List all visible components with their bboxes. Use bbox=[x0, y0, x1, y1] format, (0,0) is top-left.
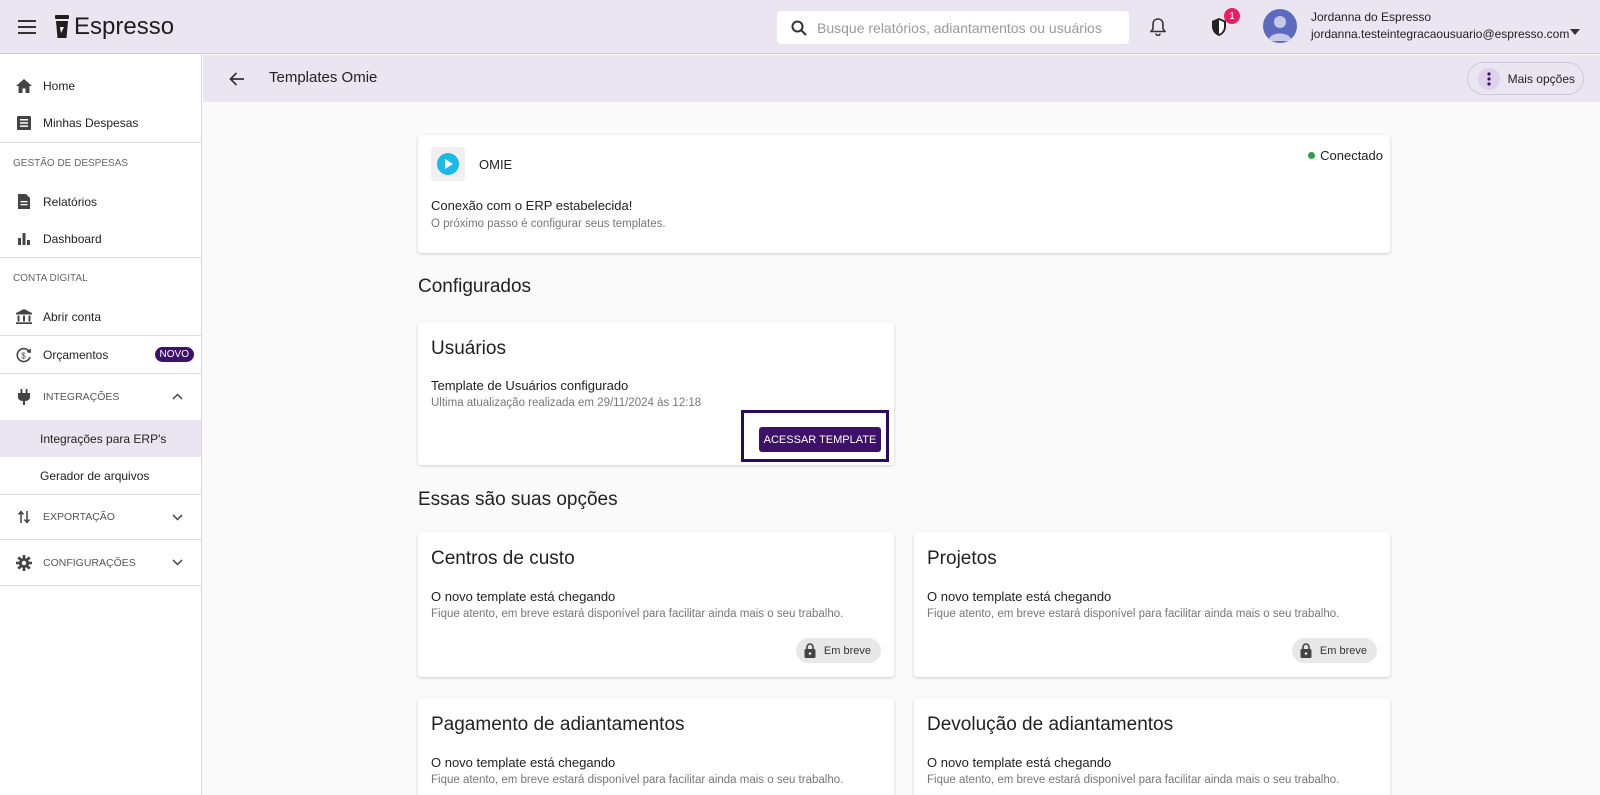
bank-icon bbox=[15, 308, 33, 326]
sidebar-group-integracoes[interactable]: INTEGRAÇÕES bbox=[0, 374, 201, 420]
template-card-line2: Fique atento, em breve estará disponível… bbox=[431, 774, 844, 786]
sidebar-group-configuracoes[interactable]: CONFIGURAÇÕES bbox=[0, 540, 201, 585]
back-arrow-icon[interactable] bbox=[225, 67, 249, 91]
sidebar-item-label: Minhas Despesas bbox=[43, 115, 139, 130]
user-name: Jordanna do Espresso bbox=[1311, 10, 1432, 24]
more-options-label: Mais opções bbox=[1507, 71, 1575, 86]
gear-icon bbox=[15, 554, 33, 572]
menu-icon[interactable] bbox=[0, 0, 54, 54]
page-header: Templates Omie Mais opções bbox=[203, 55, 1600, 102]
section-title-opcoes: Essas são suas opções bbox=[418, 489, 618, 510]
template-card-title: Usuários bbox=[431, 338, 506, 359]
sidebar-item-label: Integrações para ERP's bbox=[40, 431, 167, 446]
plug-icon bbox=[15, 388, 33, 406]
user-email: jordanna.testeintegracaousuario@espresso… bbox=[1311, 27, 1570, 41]
access-template-button[interactable]: ACESSAR TEMPLATE bbox=[759, 427, 881, 452]
sidebar-item-label: Orçamentos bbox=[43, 347, 109, 362]
template-card-line2: Ultima atualização realizada em 29/11/20… bbox=[431, 397, 702, 409]
template-card-pagamento-adiantamentos: Pagamento de adiantamentos O novo templa… bbox=[418, 698, 894, 795]
sidebar-item-label: Dashboard bbox=[43, 231, 102, 246]
section-label-gestao: GESTÃO DE DESPESAS bbox=[13, 157, 129, 169]
sidebar-item-gerador[interactable]: Gerador de arquivos bbox=[0, 457, 201, 494]
omie-logo bbox=[431, 147, 465, 181]
sidebar-group-exportacao[interactable]: EXPORTAÇÃO bbox=[0, 495, 201, 539]
sidebar-item-label: Relatórios bbox=[43, 194, 98, 209]
lock-icon bbox=[1300, 643, 1312, 658]
app-name: Espresso bbox=[74, 12, 175, 40]
sidebar-item-minhas-despesas[interactable]: Minhas Despesas bbox=[0, 104, 201, 141]
template-card-devolucao-adiantamentos: Devolução de adiantamentos O novo templa… bbox=[914, 698, 1390, 795]
top-app-bar: Espresso 1 Jordanna do Espresso jordanna… bbox=[0, 0, 1600, 54]
chevron-down-icon bbox=[172, 512, 183, 524]
coming-soon-chip: Em breve bbox=[1291, 638, 1377, 663]
sidebar-item-home[interactable]: Home bbox=[0, 67, 201, 104]
search-box[interactable] bbox=[777, 11, 1129, 44]
chevron-down-icon bbox=[172, 557, 183, 569]
list-icon bbox=[15, 114, 33, 132]
template-card-title: Centros de custo bbox=[431, 548, 575, 569]
home-icon bbox=[15, 77, 33, 95]
connection-status: Conectado bbox=[1308, 148, 1383, 163]
template-card-line1: O novo template está chegando bbox=[431, 589, 616, 604]
template-card-line2: Fique atento, em breve estará disponível… bbox=[927, 774, 1340, 786]
security-shield-icon[interactable]: 1 bbox=[1204, 8, 1240, 42]
search-input[interactable] bbox=[817, 19, 1107, 36]
notifications-bell-icon[interactable] bbox=[1143, 12, 1173, 42]
template-card-title: Devolução de adiantamentos bbox=[927, 714, 1174, 735]
export-arrows-icon bbox=[15, 508, 33, 526]
user-menu[interactable]: Jordanna do Espresso jordanna.testeinteg… bbox=[1263, 9, 1569, 43]
template-card-title: Projetos bbox=[927, 548, 997, 569]
sidebar-item-orcamentos[interactable]: $ Orçamentos NOVO bbox=[0, 336, 201, 373]
template-card-line2: Fique atento, em breve estará disponível… bbox=[431, 608, 844, 620]
template-card-line1: O novo template está chegando bbox=[927, 755, 1112, 770]
sidebar-group-label: CONFIGURAÇÕES bbox=[43, 556, 136, 569]
budget-cycle-icon: $ bbox=[15, 346, 33, 364]
security-badge: 1 bbox=[1224, 8, 1240, 24]
sidebar-item-relatorios[interactable]: Relatórios bbox=[0, 183, 201, 220]
page-title: Templates Omie bbox=[269, 69, 378, 86]
lock-icon bbox=[804, 643, 816, 658]
bar-chart-icon bbox=[15, 230, 33, 248]
template-card-line1: Template de Usuários configurado bbox=[431, 378, 629, 393]
template-card-centros-de-custo: Centros de custo O novo template está ch… bbox=[418, 532, 894, 677]
sidebar-group-label: EXPORTAÇÃO bbox=[43, 511, 115, 523]
coffee-cup-icon bbox=[55, 14, 69, 38]
sidebar-group-label: INTEGRAÇÕES bbox=[43, 391, 120, 403]
chip-label: Em breve bbox=[823, 644, 871, 657]
sidebar: Home Minhas Despesas GESTÃO DE DESPESAS … bbox=[0, 54, 202, 795]
sidebar-item-integracoes-erp[interactable]: Integrações para ERP's bbox=[0, 420, 201, 457]
template-card-line2: Fique atento, em breve estará disponível… bbox=[927, 608, 1340, 620]
espresso-logo[interactable]: Espresso bbox=[54, 13, 174, 41]
new-badge: NOVO bbox=[154, 347, 194, 362]
sidebar-item-label: Gerador de arquivos bbox=[40, 468, 150, 483]
connection-subline: O próximo passo é configurar seus templa… bbox=[431, 218, 666, 230]
more-vert-icon bbox=[1477, 67, 1500, 90]
status-label: Conectado bbox=[1320, 148, 1383, 163]
search-icon bbox=[791, 20, 807, 36]
status-dot bbox=[1308, 152, 1316, 159]
divider bbox=[0, 585, 201, 586]
template-card-line1: O novo template está chegando bbox=[431, 755, 616, 770]
section-label-conta: CONTA DIGITAL bbox=[13, 272, 88, 284]
connection-headline: Conexão com o ERP estabelecida! bbox=[431, 198, 633, 213]
sidebar-item-label: Abrir conta bbox=[43, 309, 102, 324]
template-card-title: Pagamento de adiantamentos bbox=[431, 714, 685, 735]
sidebar-item-label: Home bbox=[43, 78, 76, 93]
erp-name: OMIE bbox=[479, 157, 513, 172]
template-card-line1: O novo template está chegando bbox=[927, 589, 1112, 604]
document-icon bbox=[15, 193, 33, 211]
svg-text:$: $ bbox=[21, 351, 26, 360]
more-options-button[interactable]: Mais opções bbox=[1466, 62, 1584, 95]
caret-down-icon[interactable] bbox=[1570, 22, 1580, 40]
chevron-up-icon bbox=[172, 391, 183, 403]
sidebar-item-abrir-conta[interactable]: Abrir conta bbox=[0, 298, 201, 335]
sidebar-item-dashboard[interactable]: Dashboard bbox=[0, 220, 201, 257]
template-card-projetos: Projetos O novo template está chegando F… bbox=[914, 532, 1390, 677]
erp-connection-card: OMIE Conectado Conexão com o ERP estabel… bbox=[418, 135, 1390, 253]
coming-soon-chip: Em breve bbox=[795, 638, 881, 663]
avatar bbox=[1263, 9, 1297, 43]
section-title-configurados: Configurados bbox=[418, 276, 532, 297]
chip-label: Em breve bbox=[1319, 644, 1367, 657]
